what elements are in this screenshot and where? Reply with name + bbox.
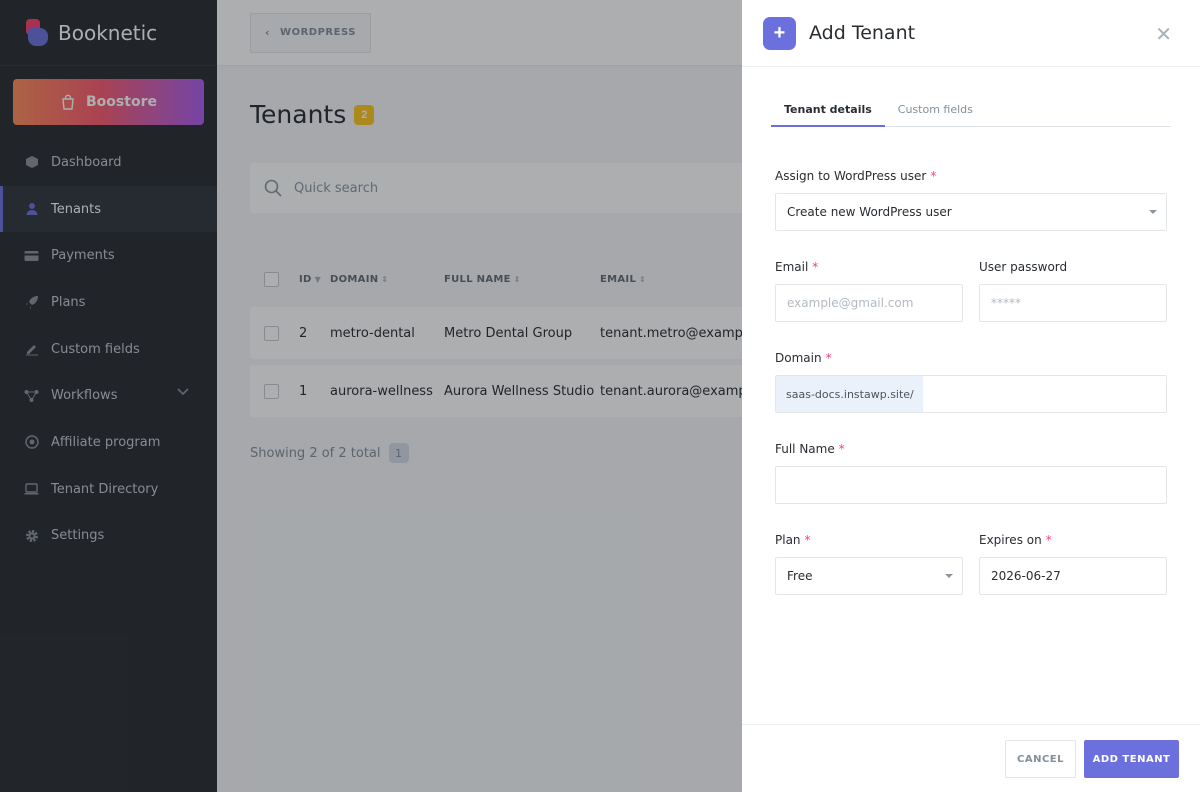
domain-field[interactable]: saas-docs.instawp.site/ xyxy=(775,375,1167,413)
assign-user-select[interactable]: Create new WordPress user xyxy=(775,193,1167,231)
add-tenant-panel: + Add Tenant ✕ Tenant details Custom fie… xyxy=(742,0,1200,792)
expires-on-field[interactable]: 2026-06-27 xyxy=(979,557,1167,595)
cancel-button[interactable]: CANCEL xyxy=(1005,740,1076,778)
panel-footer: CANCEL ADD TENANT xyxy=(742,724,1200,792)
domain-label: Domain * xyxy=(775,351,832,365)
close-icon[interactable]: ✕ xyxy=(1155,22,1172,47)
password-field[interactable]: ***** xyxy=(979,284,1167,322)
full-name-label: Full Name * xyxy=(775,442,845,456)
expires-label: Expires on * xyxy=(979,533,1052,547)
panel-tabs: Tenant details Custom fields xyxy=(771,96,1171,127)
dropdown-caret-icon xyxy=(1149,210,1157,214)
expires-on-value: 2026-06-27 xyxy=(991,569,1061,583)
required-mark: * xyxy=(825,351,832,365)
label-text: Full Name xyxy=(775,442,835,456)
email-placeholder: example@gmail.com xyxy=(787,296,914,310)
plan-label: Plan * xyxy=(775,533,811,547)
plan-select[interactable]: Free xyxy=(775,557,963,595)
label-text: Domain xyxy=(775,351,822,365)
full-name-field[interactable] xyxy=(775,466,1167,504)
dropdown-caret-icon xyxy=(945,574,953,578)
plan-value: Free xyxy=(787,569,813,583)
panel-title: Add Tenant xyxy=(809,22,916,44)
required-mark: * xyxy=(930,169,937,183)
add-tenant-button[interactable]: ADD TENANT xyxy=(1084,740,1179,778)
domain-prefix: saas-docs.instawp.site/ xyxy=(776,376,923,412)
email-field[interactable]: example@gmail.com xyxy=(775,284,963,322)
assign-user-label: Assign to WordPress user * xyxy=(775,169,936,183)
tab-tenant-details[interactable]: Tenant details xyxy=(771,96,885,127)
required-mark: * xyxy=(838,442,845,456)
required-mark: * xyxy=(804,533,811,547)
label-text: Assign to WordPress user xyxy=(775,169,927,183)
password-value: ***** xyxy=(991,296,1021,310)
plus-icon: + xyxy=(763,16,796,50)
password-label: User password xyxy=(979,260,1067,274)
assign-user-value: Create new WordPress user xyxy=(787,205,952,219)
label-text: User password xyxy=(979,260,1068,274)
email-label: Email * xyxy=(775,260,818,274)
required-mark: * xyxy=(812,260,819,274)
label-text: Expires on xyxy=(979,533,1042,547)
required-mark: * xyxy=(1045,533,1052,547)
label-text: Email xyxy=(775,260,809,274)
label-text: Plan xyxy=(775,533,801,547)
tab-custom-fields[interactable]: Custom fields xyxy=(885,96,986,127)
panel-header: + Add Tenant ✕ xyxy=(742,0,1200,67)
